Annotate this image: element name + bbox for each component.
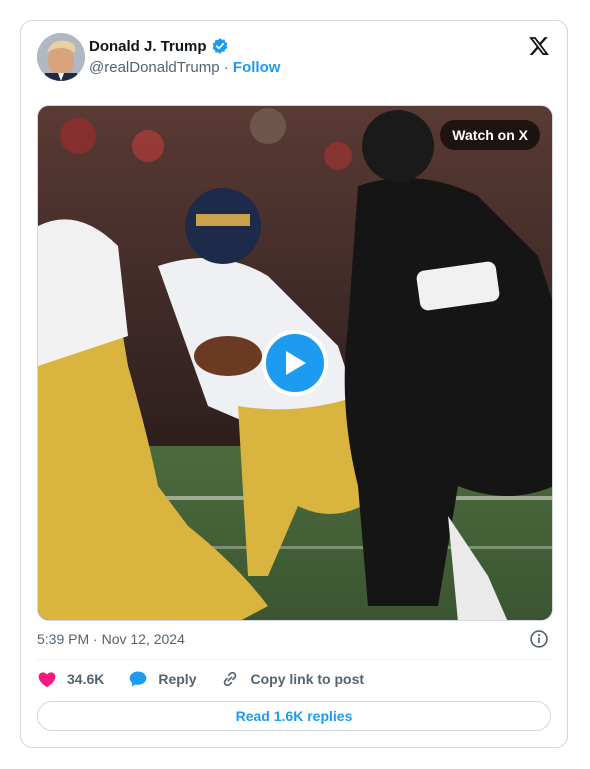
verified-badge-icon — [212, 38, 227, 54]
play-button[interactable] — [262, 330, 328, 396]
like-count: 34.6K — [67, 671, 105, 687]
play-icon — [286, 351, 306, 375]
handle-separator: · — [223, 59, 229, 76]
heart-icon — [38, 672, 56, 687]
reply-label: Reply — [158, 671, 197, 687]
divider — [37, 659, 551, 660]
author-name[interactable]: Donald J. Trump — [89, 38, 207, 55]
reply-bubble-icon — [130, 671, 147, 687]
post-actions: 34.6K Reply Copy link to post — [37, 669, 388, 689]
author-handle-row: @realDonaldTrump · Follow — [89, 59, 280, 76]
post-timestamp[interactable]: 5:39 PM · Nov 12, 2024 — [37, 631, 185, 647]
follow-link[interactable]: Follow — [233, 59, 281, 76]
link-icon — [224, 671, 237, 687]
x-logo-icon[interactable] — [527, 35, 551, 57]
author-avatar[interactable] — [37, 33, 85, 81]
like-button[interactable]: 34.6K — [37, 669, 104, 689]
copy-link-label: Copy link to post — [250, 671, 365, 687]
embedded-post-card[interactable]: Donald J. Trump @realDonaldTrump · Follo… — [20, 20, 568, 748]
watch-on-x-button[interactable]: Watch on X — [440, 120, 540, 150]
video-thumbnail[interactable]: Watch on X — [37, 105, 553, 621]
author-name-row: Donald J. Trump — [89, 37, 229, 55]
reply-button[interactable]: Reply — [128, 669, 196, 689]
copy-link-button[interactable]: Copy link to post — [220, 669, 364, 689]
read-replies-button[interactable]: Read 1.6K replies — [37, 701, 551, 731]
avatar-image — [37, 33, 85, 81]
author-handle[interactable]: @realDonaldTrump — [89, 59, 220, 76]
info-icon[interactable] — [529, 629, 549, 649]
